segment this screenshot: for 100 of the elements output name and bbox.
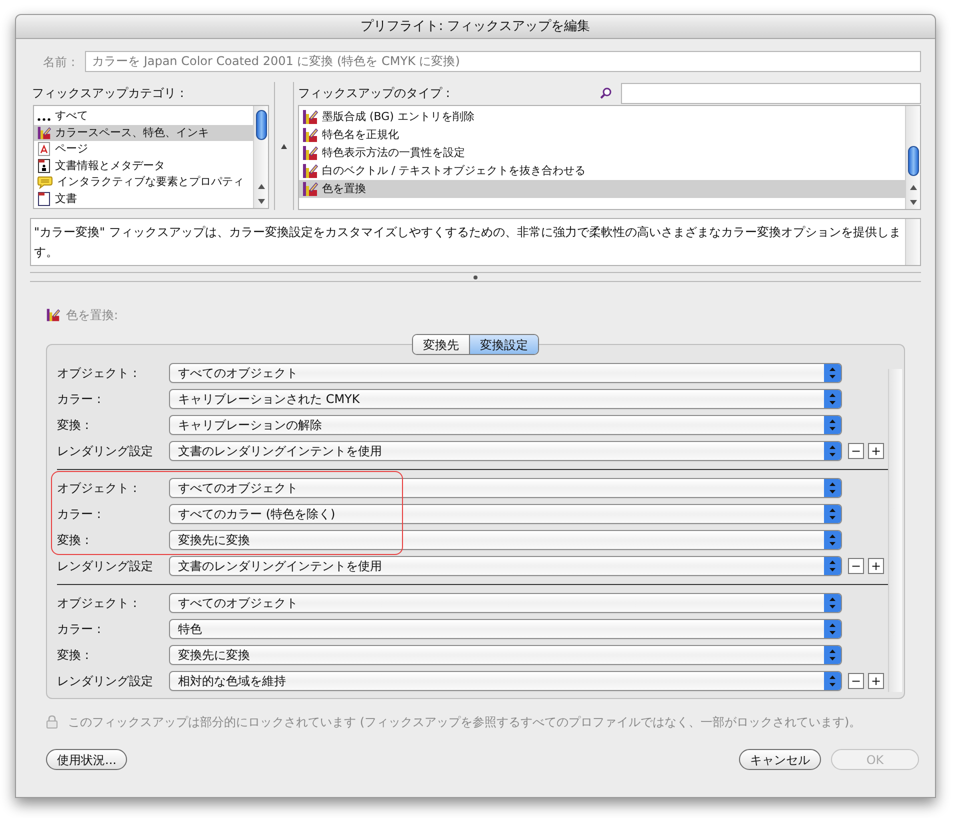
dropdown[interactable]: キャリブレーションの解除 [169,415,842,435]
stepper-arrows-icon [824,531,841,549]
dropdown[interactable]: すべてのオブジェクト [169,478,842,498]
field-label: カラー : [57,506,102,523]
type-item-label: 白のベクトル / テキストオブジェクトを抜き合わせる [322,162,586,179]
type-item-label: 特色名を正規化 [322,126,399,143]
dialog-button[interactable]: 使用状況... [46,749,128,770]
dropdown[interactable]: すべてのオブジェクト [169,593,842,613]
dropdown[interactable]: 変換先に変換 [169,645,842,665]
field-label: レンダリング設定 [57,673,154,690]
dropdown[interactable]: すべてのカラー (特色を除く) [169,504,842,524]
color-swatch-pencil-icon [302,109,318,125]
field-label: カラー : [57,391,102,408]
scroll-thumb[interactable] [256,110,267,140]
stepper-arrows-icon [824,672,841,690]
type-item[interactable]: 特色名を正規化 [299,126,905,144]
category-item-label: インタラクティブな要素とプロパティ [57,174,244,190]
category-label: フィックスアップカテゴリ : [32,85,185,102]
field-label: 変換 : [57,532,90,549]
dropdown-value: キャリブレーションの解除 [177,419,323,431]
lock-icon [46,715,58,729]
segment-tab[interactable]: 変換設定 [469,335,538,354]
lock-note: このフィックスアップは部分的にロックされています (フィックスアップを参照するすべてのプロファイルではなく、一部がロックされています)。 [68,714,862,731]
dropdown[interactable]: 特色 [169,619,842,639]
stepper-arrows-icon [824,620,841,638]
stepper-arrows-icon [824,442,841,460]
type-item[interactable]: 白のベクトル / テキストオブジェクトを抜き合わせる [299,162,905,180]
add-button[interactable]: + [868,558,884,574]
add-button[interactable]: + [868,673,884,689]
dialog-button[interactable]: キャンセル [739,749,821,770]
color-swatch-pencil-icon [302,145,318,161]
category-item-label: すべて [55,108,88,124]
color-swatch-pencil-icon [302,163,318,179]
document-info-icon [37,158,51,173]
remove-button[interactable]: − [848,443,864,459]
field-label: レンダリング設定 [57,558,154,575]
stepper-arrows-icon [824,416,841,434]
dropdown-value: 文書のレンダリングインテントを使用 [177,445,383,457]
category-item[interactable]: インタラクティブな要素とプロパティ [34,174,253,190]
field-label: 変換 : [57,647,90,664]
speech-bubble-icon [37,175,53,190]
dropdown-value: すべてのオブジェクト [177,367,299,379]
search-field[interactable] [621,82,921,104]
field-label: オブジェクト : [57,595,138,612]
dropdown-value: キャリブレーションされた CMYK [177,393,361,405]
field-label: カラー : [57,621,102,638]
dropdown-value: 特色 [177,623,203,635]
window-title: プリフライト: フィックスアップを編集 [360,18,590,36]
group-scrollbar[interactable] [888,369,902,692]
dropdown[interactable]: 文書のレンダリングインテントを使用 [169,441,842,461]
category-item[interactable]: 文書情報とメタデータ [34,158,253,174]
document-icon [37,192,51,206]
dropdown-value: 文書のレンダリングインテントを使用 [177,560,383,572]
type-item-label: 特色表示方法の一貫性を設定 [322,144,465,161]
dropdown-value: 変換先に変換 [177,534,251,546]
dropdown[interactable]: 変換先に変換 [169,530,842,550]
category-item-label: ページ [55,141,88,157]
remove-button[interactable]: − [848,558,864,574]
dropdown[interactable]: すべてのオブジェクト [169,363,842,383]
name-label: 名前 : [42,54,75,70]
scrollbar[interactable] [253,106,268,208]
description-text: "カラー変換" フィックスアップは、カラー変換設定をカスタマイズしやすくするための、非常に強力で柔軟性の高いさまざまなカラー変換オプションを提供します。 [33,224,902,261]
dropdown[interactable]: 文書のレンダリングインテントを使用 [169,556,842,576]
color-swatch-pencil-icon [37,126,51,140]
collapse-arrow-icon [281,144,287,148]
scrollbar[interactable] [905,106,920,209]
color-swatch-pencil-icon [46,308,60,322]
field-label: レンダリング設定 [57,443,154,460]
dropdown-value: すべてのオブジェクト [177,597,299,609]
scroll-thumb[interactable] [908,146,919,176]
stepper-arrows-icon [824,557,841,575]
category-item[interactable]: ページ [34,141,253,158]
segment-tab[interactable]: 変換先 [413,335,469,354]
dropdown-value: すべてのオブジェクト [177,482,299,494]
dropdown[interactable]: キャリブレーションされた CMYK [169,389,842,409]
stepper-arrows-icon [824,390,841,408]
category-item-label: 文書情報とメタデータ [55,158,165,174]
category-item[interactable]: カラースペース、特色、インキ [34,124,253,141]
section-title: 色を置換: [66,307,118,324]
stepper-arrows-icon [824,364,841,382]
color-swatch-pencil-icon [302,127,318,143]
name-field[interactable]: カラーを Japan Color Coated 2001 に変換 (特色を CMYK に変換) [85,51,921,72]
splitter-dot-icon [473,274,478,280]
dropdown[interactable]: 相対的な色域を維持 [169,671,842,691]
stepper-arrows-icon [824,646,841,664]
type-item[interactable]: 墨版合成 (BG) エントリを削除 [299,108,905,126]
field-label: オブジェクト : [57,365,138,382]
stepper-arrows-icon [824,505,841,523]
category-item[interactable]: 文書 [34,190,253,207]
category-item[interactable]: すべて [34,108,253,124]
category-item-label: 文書 [55,190,77,206]
scrollbar[interactable] [905,219,920,265]
type-item[interactable]: 色を置換 [299,180,905,198]
category-item-label: カラースペース、特色、インキ [55,124,209,140]
type-item[interactable]: 特色表示方法の一貫性を設定 [299,144,905,162]
type-item-label: 墨版合成 (BG) エントリを削除 [322,108,474,125]
add-button[interactable]: + [868,443,884,459]
remove-button[interactable]: − [848,673,864,689]
page-icon [37,142,51,156]
ellipsis-icon [37,118,51,121]
